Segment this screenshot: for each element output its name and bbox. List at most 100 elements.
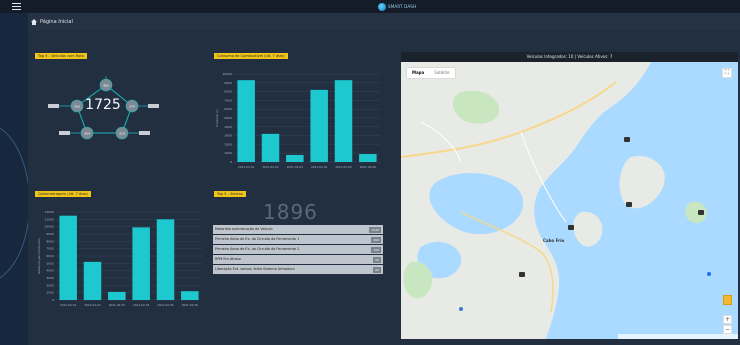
logo-mark-icon <box>378 2 386 11</box>
panel-tag-fuel: Consumo de Combustível (últ. 7 dias) <box>214 53 288 59</box>
alert-count-badge: 266 <box>371 236 381 243</box>
pentagon-node-value: 264 <box>84 132 90 136</box>
breadcrumb: Página Inicial <box>28 13 740 30</box>
alert-count-badge: 198 <box>371 246 381 253</box>
alert-count-badge: 96 <box>373 256 381 263</box>
panel-tag-top-vehicles: Top 5 - Veículos com Rota <box>35 53 87 59</box>
vehicle-map-panel: Veículos Integrados: 10 | Veículos Ativo… <box>401 52 738 339</box>
map-type-satellite[interactable]: Satélite <box>429 68 454 78</box>
map-type-toggle: Mapa Satélite <box>407 68 455 78</box>
alert-list-item[interactable]: Motorista autenticação de Veículo 1046 <box>213 225 383 234</box>
alert-list-item[interactable]: Primeiro Aviso de Ex. do Circuito da Fer… <box>213 245 383 254</box>
alert-label: RPM Em Atraso <box>215 257 241 261</box>
bar <box>132 227 150 300</box>
alert-label: Primeiro Aviso de Ex. do Circuito da Fer… <box>215 247 300 251</box>
fuel-consumption-chart: 10000 9000 8000 7000 6000 5000 4000 3000 2000 100… <box>212 64 384 179</box>
vehicle-marker[interactable] <box>459 307 463 311</box>
bar <box>156 219 175 300</box>
bar <box>237 80 255 162</box>
y-tick-label: 12000 <box>44 210 54 214</box>
x-tick-label: 2021-02-04 <box>133 303 149 307</box>
vehicle-marker[interactable] <box>519 272 525 277</box>
y-tick-label: 9000 <box>224 81 232 85</box>
pentagon-node-value: 319 <box>119 132 125 136</box>
x-tick-label: 2021-02-01 <box>60 303 76 307</box>
vehicle-marker[interactable] <box>568 225 574 230</box>
vehicle-marker[interactable] <box>698 210 704 215</box>
top-navbar: SMART DASH <box>0 0 740 13</box>
street-view-pegman-icon[interactable] <box>723 295 732 305</box>
panel-tag-alerts: Top 5 - Alertas <box>214 191 246 197</box>
pentagon-total: 1725 <box>85 97 121 113</box>
bar <box>310 89 328 162</box>
alerts-list: Motorista autenticação de Veículo 1046 Pri… <box>213 225 383 275</box>
alert-list-item[interactable]: Liberação Ext. somos: falha Sistema Arma… <box>213 265 383 274</box>
y-tick-label: 0 <box>230 160 232 164</box>
y-tick-label: 8000 <box>224 90 232 94</box>
y-tick-label: 3000 <box>224 134 232 138</box>
y-tick-label: 1000 <box>46 291 54 295</box>
vehicle-marker[interactable] <box>626 202 632 207</box>
y-tick-label: 7000 <box>46 247 54 251</box>
map-type-map[interactable]: Mapa <box>407 68 429 78</box>
x-tick-label: 2021-02-02 <box>84 303 100 307</box>
y-axis-label: Consumo (L) <box>215 109 219 127</box>
y-tick-label: 9000 <box>46 232 54 236</box>
pentagon-node-value: 374 <box>129 105 135 109</box>
y-tick-label: 7000 <box>224 98 232 102</box>
y-axis-label: Distância percorrida (km) <box>37 238 41 274</box>
bar <box>334 80 353 162</box>
alert-label: Primeiro Aviso de Ex. do Circuito da Fer… <box>215 237 300 241</box>
mileage-chart: 12000 11000 10000 9000 8000 7000 6000 5000 4000 3… <box>34 202 206 317</box>
panel-tag-mileage: Quilometragem (últ. 7 dias) <box>35 191 91 197</box>
y-tick-label: 6000 <box>224 107 232 111</box>
x-tick-label: 2021-02-03 <box>109 303 125 307</box>
fullscreen-icon[interactable]: ⛶ <box>722 68 732 78</box>
sidebar-decoration <box>0 13 28 345</box>
app-logo[interactable]: SMART DASH <box>378 2 416 11</box>
y-tick-label: 8000 <box>46 239 54 243</box>
alert-label: Liberação Ext. somos: falha Sistema Arma… <box>215 267 295 271</box>
hamburger-menu-icon[interactable] <box>12 3 21 10</box>
y-tick-label: 6000 <box>46 254 54 258</box>
bar <box>59 215 77 300</box>
x-tick-label: 2021-02-06 <box>182 303 198 307</box>
map-city-label: Cabo Frio <box>543 238 565 243</box>
y-tick-label: 2000 <box>46 283 54 287</box>
vehicle-marker[interactable] <box>707 272 711 276</box>
y-tick-label: 10000 <box>222 72 232 76</box>
alert-count-badge: 1046 <box>369 226 381 233</box>
bar <box>108 291 126 300</box>
alert-list-item[interactable]: RPM Em Atraso 96 <box>213 255 383 264</box>
map-canvas[interactable]: Mapa Satélite ⛶ Cabo Frio + − <box>401 62 738 339</box>
y-tick-label: 4000 <box>46 269 54 273</box>
y-tick-label: 10000 <box>44 225 54 229</box>
breadcrumb-home-link[interactable]: Página Inicial <box>40 19 73 25</box>
zoom-in-button[interactable]: + <box>723 315 732 324</box>
x-tick-label: 2021-02-02 <box>262 165 278 169</box>
bar <box>261 133 280 162</box>
logo-text: SMART DASH <box>388 4 417 9</box>
alert-list-item[interactable]: Primeiro Aviso de Ex. do Circuito da Fer… <box>213 235 383 244</box>
map-title: Veículos Integrados: 10 | Veículos Ativo… <box>401 52 738 62</box>
home-icon[interactable] <box>31 18 37 25</box>
x-tick-label: 2021-02-01 <box>238 165 254 169</box>
top-vehicles-pentagon: 485 374 319 264 283 1725 <box>43 73 163 148</box>
x-tick-label: 2021-02-06 <box>360 165 376 169</box>
y-tick-label: 4000 <box>224 125 232 129</box>
x-tick-label: 2021-02-04 <box>311 165 327 169</box>
y-tick-label: 0 <box>52 298 54 302</box>
alerts-total: 1896 <box>263 200 318 224</box>
y-tick-label: 2000 <box>224 142 232 146</box>
bar <box>181 291 199 300</box>
bar <box>286 154 304 162</box>
zoom-out-button[interactable]: − <box>723 325 732 334</box>
map-attribution <box>618 334 738 339</box>
x-tick-label: 2021-02-05 <box>335 165 351 169</box>
y-tick-label: 1000 <box>224 151 232 155</box>
y-tick-label: 3000 <box>46 276 54 280</box>
vehicle-marker[interactable] <box>624 137 630 142</box>
bar <box>83 261 102 300</box>
bar <box>359 154 377 162</box>
x-tick-label: 2021-02-05 <box>157 303 173 307</box>
